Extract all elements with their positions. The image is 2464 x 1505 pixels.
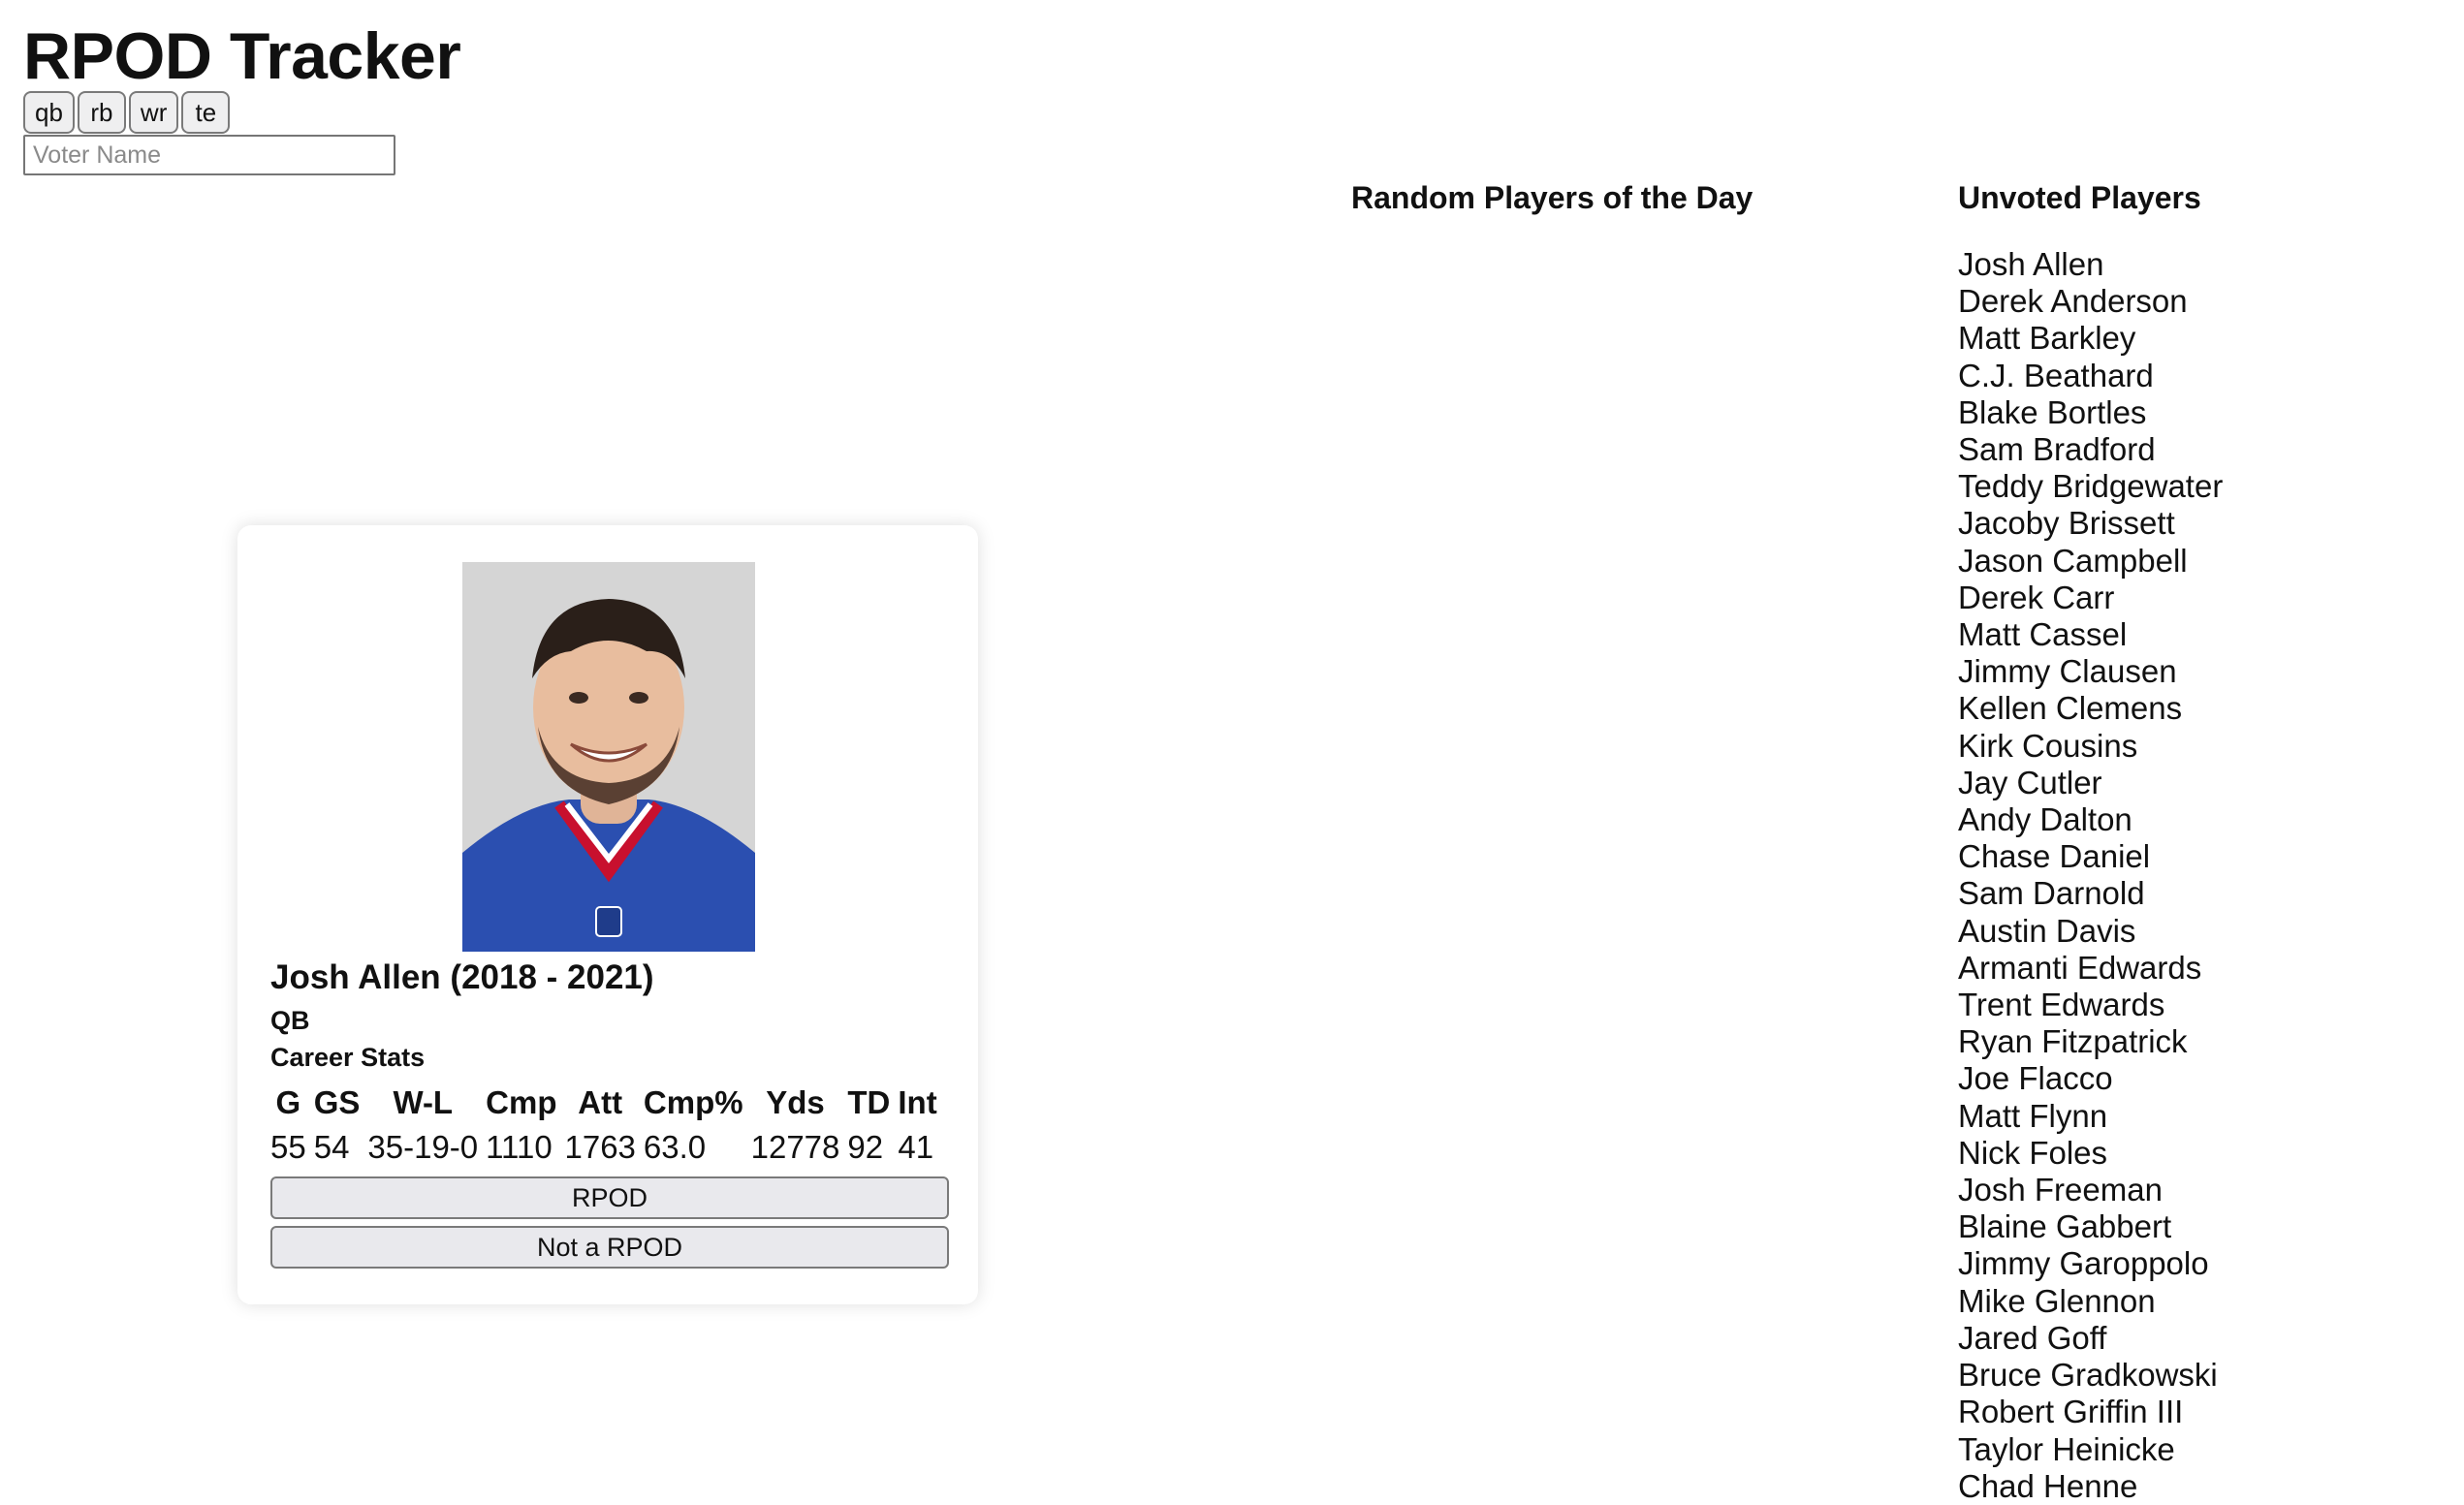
unvoted-player-item: Armanti Edwards xyxy=(1958,949,2202,986)
unvoted-player-item: Robert Griffin III xyxy=(1958,1394,2184,1430)
position-button-rb[interactable]: rb xyxy=(77,91,126,134)
unvoted-player-item: Kirk Cousins xyxy=(1958,727,2138,764)
stat-header-yds: Yds xyxy=(766,1084,825,1120)
unvoted-player-item: Matt Barkley xyxy=(1958,320,2136,357)
player-card: Josh Allen (2018 - 2021) QB Career Stats… xyxy=(237,525,978,1304)
unvoted-player-item: Sam Bradford xyxy=(1958,431,2156,468)
stat-value-yds: 12778 xyxy=(750,1129,840,1165)
unvoted-player-item: Chad Henne xyxy=(1958,1467,2138,1504)
unvoted-player-item: Jimmy Garoppolo xyxy=(1958,1245,2209,1282)
unvoted-player-item: Sam Darnold xyxy=(1958,875,2145,912)
rpod-button[interactable]: RPOD xyxy=(270,1176,949,1219)
unvoted-player-item: Teddy Bridgewater xyxy=(1958,468,2224,505)
stat-value-td: 92 xyxy=(847,1129,884,1165)
unvoted-player-item: Bruce Gradkowski xyxy=(1958,1357,2218,1394)
stat-header-att: Att xyxy=(578,1084,623,1120)
position-button-wr[interactable]: wr xyxy=(128,91,179,134)
stat-header-g: G xyxy=(275,1084,301,1120)
unvoted-player-item: Trent Edwards xyxy=(1958,987,2165,1023)
unvoted-heading: Unvoted Players xyxy=(1958,180,2201,215)
unvoted-player-item: Jared Goff xyxy=(1958,1319,2107,1356)
unvoted-player-item: Kellen Clemens xyxy=(1958,690,2183,727)
stat-value-att: 1763 xyxy=(564,1129,636,1165)
unvoted-player-item: Derek Carr xyxy=(1958,579,2115,615)
unvoted-player-item: Andy Dalton xyxy=(1958,801,2132,838)
unvoted-player-item: Austin Davis xyxy=(1958,912,2136,949)
unvoted-player-item: Ryan Fitzpatrick xyxy=(1958,1023,2188,1060)
unvoted-player-item: Josh Freeman xyxy=(1958,1172,2163,1208)
stat-value-g: 55 xyxy=(270,1129,306,1165)
unvoted-player-item: Nick Foles xyxy=(1958,1134,2108,1171)
unvoted-player-item: Mike Glennon xyxy=(1958,1282,2156,1319)
stat-header-cmp-pct: Cmp% xyxy=(643,1084,743,1120)
unvoted-player-item: Jimmy Clausen xyxy=(1958,653,2177,690)
unvoted-players-list: Josh Allen Derek Anderson Matt Barkley C.J.… xyxy=(1958,246,2223,1505)
career-stats-table: G GS W-L Cmp Att Cmp% Yds TD Int 55 54 3… xyxy=(263,1078,945,1173)
stat-header-td: TD xyxy=(847,1084,891,1120)
stat-value-wl: 35-19-0 xyxy=(367,1129,479,1165)
stat-value-int: 41 xyxy=(898,1129,934,1165)
rpod-heading: Random Players of the Day xyxy=(1351,180,1753,215)
stat-value-cmp-pct: 63.0 xyxy=(643,1129,707,1165)
voter-name-input[interactable] xyxy=(23,135,395,175)
unvoted-player-item: Derek Anderson xyxy=(1958,283,2188,320)
position-button-te[interactable]: te xyxy=(181,91,231,134)
unvoted-player-item: Blake Bortles xyxy=(1958,393,2147,430)
unvoted-player-item: Jason Campbell xyxy=(1958,542,2188,579)
not-rpod-button[interactable]: Not a RPOD xyxy=(270,1226,949,1269)
stat-value-cmp: 1110 xyxy=(486,1129,553,1165)
unvoted-player-item: Taylor Heinicke xyxy=(1958,1430,2175,1467)
position-filter: qb rb wr te xyxy=(23,91,231,134)
unvoted-player-item: Jacoby Brissett xyxy=(1958,505,2175,542)
stat-value-gs: 54 xyxy=(313,1129,350,1165)
stat-header-wl: W-L xyxy=(393,1084,454,1120)
unvoted-player-item: C.J. Beathard xyxy=(1958,357,2154,393)
unvoted-player-item: Matt Flynn xyxy=(1958,1097,2108,1134)
unvoted-player-item: Jay Cutler xyxy=(1958,764,2102,800)
unvoted-player-item: Chase Daniel xyxy=(1958,838,2151,875)
unvoted-player-item: Josh Allen xyxy=(1958,246,2104,282)
position-button-qb[interactable]: qb xyxy=(23,91,75,134)
player-photo xyxy=(462,562,755,952)
unvoted-player-item: Matt Cassel xyxy=(1958,616,2128,653)
player-name: Josh Allen (2018 - 2021) xyxy=(270,958,654,996)
page-title: RPOD Tracker xyxy=(23,19,461,93)
player-position: QB xyxy=(270,1006,310,1035)
career-stats-label: Career Stats xyxy=(270,1043,426,1072)
stat-header-int: Int xyxy=(898,1084,937,1120)
unvoted-player-item: Joe Flacco xyxy=(1958,1060,2113,1097)
stat-header-cmp: Cmp xyxy=(486,1084,557,1120)
unvoted-player-item: Blaine Gabbert xyxy=(1958,1208,2172,1245)
stat-header-gs: GS xyxy=(313,1084,361,1120)
